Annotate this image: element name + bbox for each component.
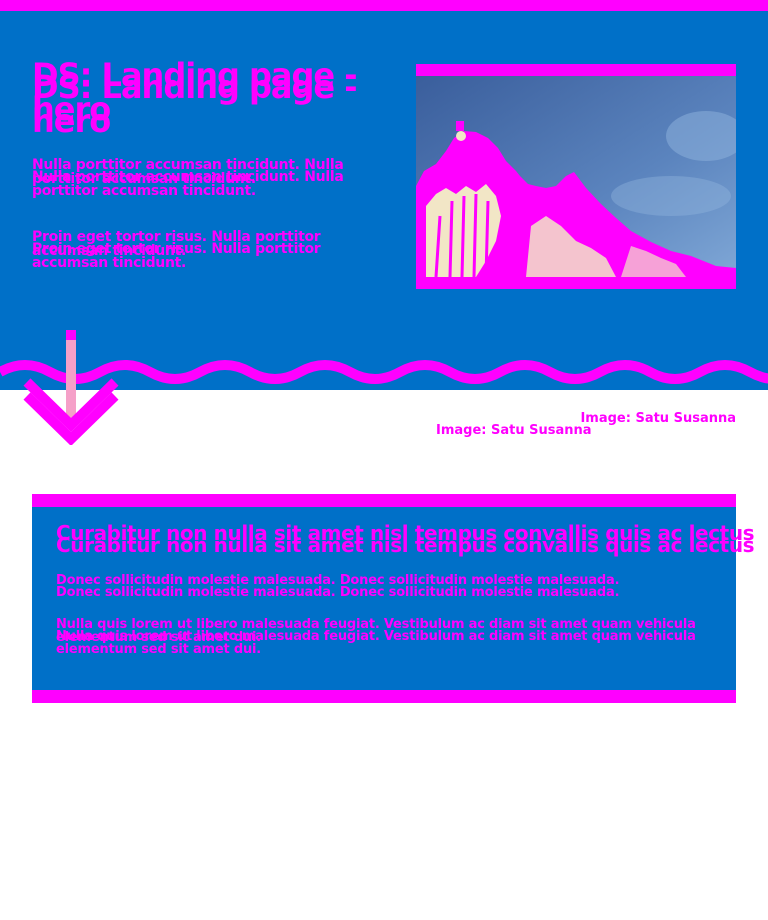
hero-paragraph-2-ghost: Proin eget tortor risus. Nulla porttitor…: [32, 241, 321, 271]
hero-title-ghost: DS: Landing page - hero: [32, 68, 358, 140]
building-dome-photo: [416, 76, 736, 277]
hero-title: DS: Landing page - hero DS: Landing page…: [32, 58, 362, 138]
card-top-bar: [32, 494, 736, 507]
hero-paragraph-2: Proin eget tortor risus. Nulla porttitor…: [32, 230, 362, 270]
image-caption: Image: Satu Susanna Image: Satu Susanna: [436, 412, 736, 437]
card-title-ghost: Curabitur non nulla sit amet nisl tempus…: [56, 533, 755, 557]
hero-image: [416, 64, 736, 289]
card-paragraph-1-ghost: Donec sollicitudin molestie malesuada. D…: [56, 585, 620, 600]
card-paragraph-2: Nulla quis lorem ut libero malesuada feu…: [56, 618, 716, 656]
arrow-down-icon-graphic: [23, 330, 119, 446]
hero-paragraph-1-ghost: Nulla porttitor accumsan tincidunt. Null…: [32, 169, 344, 199]
top-accent-bar: [0, 0, 768, 11]
card-title: Curabitur non nulla sit amet nisl tempus…: [56, 522, 755, 556]
card-paragraph-1: Donec sollicitudin molestie malesuada. D…: [56, 574, 716, 599]
arrow-down-icon[interactable]: [22, 330, 122, 449]
card-paragraph-2-ghost: Nulla quis lorem ut libero malesuada feu…: [56, 629, 696, 657]
card-bottom-bar: [32, 690, 736, 703]
content-card: Curabitur non nulla sit amet nisl tempus…: [32, 494, 755, 703]
hero-paragraph-1: Nulla porttitor accumsan tincidunt. Null…: [32, 158, 362, 198]
image-caption-ghost: Image: Satu Susanna: [436, 423, 592, 438]
